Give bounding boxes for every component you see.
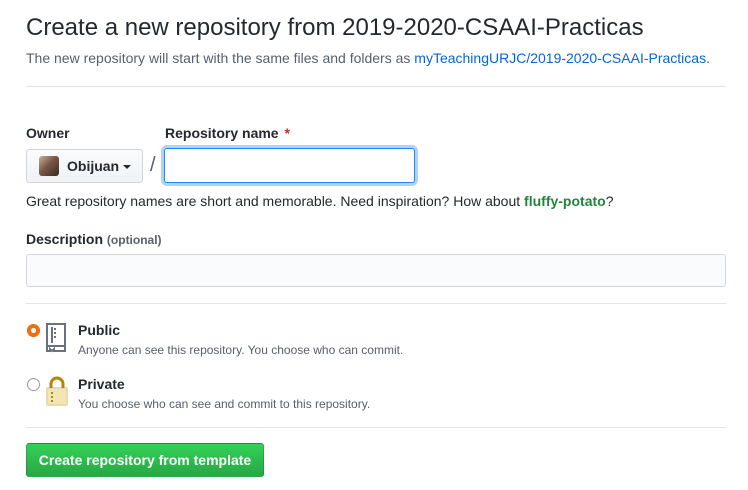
divider — [26, 303, 726, 304]
divider — [26, 427, 726, 428]
repo-name-input[interactable] — [164, 148, 415, 183]
caret-down-icon — [123, 165, 132, 169]
name-suggestion[interactable]: fluffy-potato — [524, 193, 606, 209]
public-radio[interactable] — [27, 324, 40, 337]
hint-question: ? — [605, 193, 614, 209]
owner-label: Owner — [26, 125, 70, 141]
name-hint: Great repository names are short and mem… — [26, 193, 614, 209]
create-repository-button[interactable]: Create repository from template — [26, 443, 264, 477]
optional-note: (optional) — [106, 233, 162, 247]
public-title[interactable]: Public — [78, 322, 120, 338]
description-input[interactable] — [26, 254, 726, 287]
divider — [26, 86, 726, 87]
description-label-text: Description — [26, 231, 104, 247]
description-label: Description (optional) — [26, 231, 162, 247]
owner-dropdown[interactable]: Obijuan — [26, 149, 143, 183]
repo-name-label: Repository name * — [165, 125, 290, 141]
template-repo-link[interactable]: myTeachingURJC/2019-2020-CSAAI-Practicas — [414, 50, 706, 66]
subtitle-text: The new repository will start with the s… — [26, 50, 415, 66]
owner-name: Obijuan — [67, 158, 120, 174]
page-subtitle: The new repository will start with the s… — [26, 50, 710, 66]
lock-icon — [46, 376, 68, 406]
required-mark: * — [284, 125, 290, 141]
subtitle-period: . — [706, 50, 710, 66]
avatar — [39, 156, 59, 176]
hint-text: Great repository names are short and mem… — [26, 193, 525, 209]
public-note: Anyone can see this repository. You choo… — [78, 343, 404, 357]
repo-name-label-text: Repository name — [165, 125, 279, 141]
page-title: Create a new repository from 2019-2020-C… — [26, 14, 644, 41]
repo-book-icon — [46, 323, 66, 353]
owner-repo-separator: / — [150, 154, 156, 176]
private-radio[interactable] — [27, 378, 40, 391]
private-title[interactable]: Private — [78, 376, 125, 392]
private-note: You choose who can see and commit to thi… — [78, 397, 371, 411]
